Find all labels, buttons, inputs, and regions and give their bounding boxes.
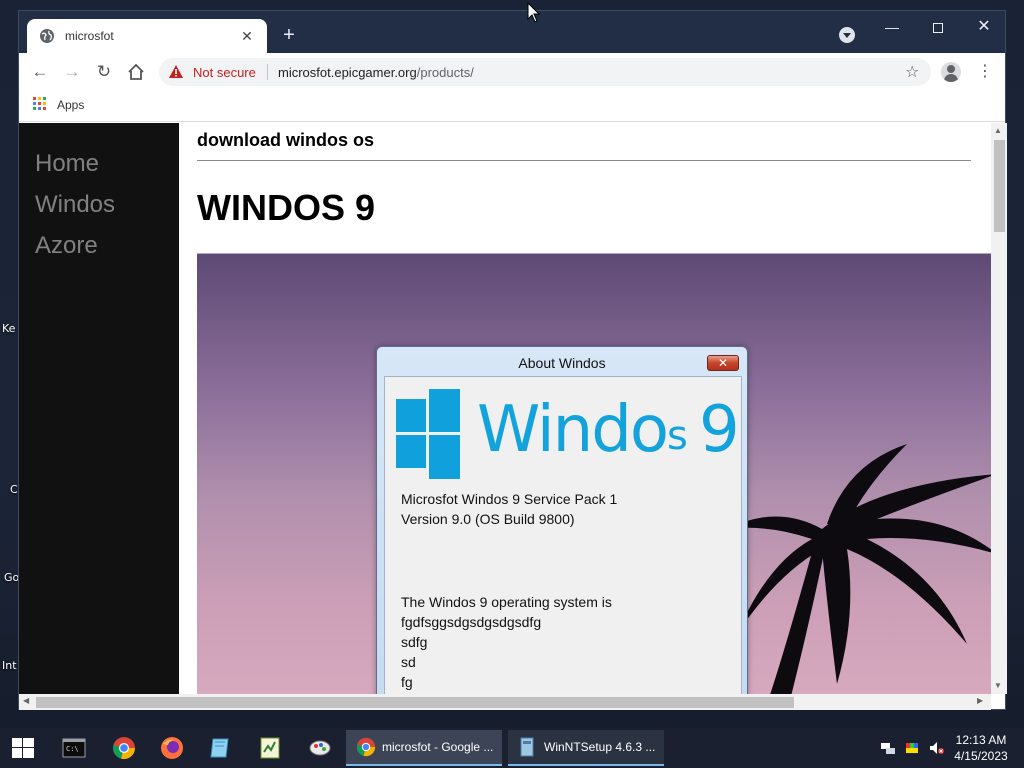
color-display-icon[interactable]: [904, 740, 920, 756]
palm-tree-silhouette: [727, 444, 991, 694]
minimize-button[interactable]: —: [869, 15, 915, 39]
home-icon[interactable]: [126, 62, 146, 82]
chrome-icon: [356, 737, 376, 757]
nav-link-windos[interactable]: Windos: [35, 191, 115, 219]
desktop-icon-label[interactable]: Int: [2, 659, 17, 672]
warning-icon[interactable]: [169, 65, 183, 78]
scroll-up-icon[interactable]: ▲: [994, 126, 1002, 135]
address-bar[interactable]: Not secure microsfot.epicgamer.org/produ…: [159, 58, 931, 86]
hero-image: About Windos ✕ Windo s 9 Microsfot Windo…: [197, 253, 991, 694]
network-icon[interactable]: [880, 740, 896, 756]
clock-time: 12:13 AM: [955, 733, 1007, 747]
version-info: Version 9.0 (OS Build 9800): [401, 511, 575, 527]
browser-tab[interactable]: microsfot ✕: [27, 19, 267, 53]
svg-text:C:\: C:\: [66, 745, 79, 753]
omnibox-divider: [267, 64, 268, 80]
url-path: /products/: [416, 65, 474, 80]
desktop-icon-label[interactable]: C: [10, 483, 18, 496]
dialog-close-button[interactable]: ✕: [707, 355, 739, 371]
bookmark-star-icon[interactable]: ☆: [905, 62, 919, 82]
main-content: download windos os WINDOS 9 About Windos…: [197, 123, 991, 694]
horizontal-scrollbar[interactable]: ◀ ▶: [19, 694, 991, 710]
start-windows-icon[interactable]: [12, 738, 34, 758]
system-clock[interactable]: 12:13 AM 4/15/2023: [948, 732, 1014, 764]
desktop-icon-label[interactable]: Go: [4, 571, 19, 584]
more-menu-icon[interactable]: ⋮: [977, 62, 993, 82]
description-line: fg: [401, 674, 413, 690]
desktop-icon-label[interactable]: Ke: [2, 322, 15, 335]
page-subtitle: download windos os: [197, 130, 374, 150]
url-domain: microsfot.epicgamer.org: [278, 65, 417, 80]
new-tab-button[interactable]: +: [277, 23, 301, 47]
logo-wordmark: Windo: [477, 393, 669, 467]
tab-strip: microsfot ✕ + — ✕: [19, 11, 1005, 53]
logo-version-number: 9: [699, 393, 740, 467]
dialog-body: Windo s 9 Microsfot Windos 9 Service Pac…: [384, 376, 742, 694]
divider: [197, 160, 971, 161]
close-tab-icon[interactable]: ✕: [239, 28, 255, 45]
taskbar-item-label: WinNTSetup 4.6.3 ...: [544, 740, 656, 754]
scroll-left-icon[interactable]: ◀: [23, 696, 29, 705]
chrome-icon[interactable]: [112, 736, 136, 760]
page-viewport: Home Windos Azore download windos os WIN…: [19, 123, 1007, 694]
windows-logo-icon: [396, 389, 460, 479]
taskbar-item-winntsetup[interactable]: WinNTSetup 4.6.3 ...: [508, 730, 664, 766]
taskbar-item-chrome[interactable]: microsfot - Google ...: [346, 730, 502, 766]
url-text[interactable]: microsfot.epicgamer.org/products/: [278, 65, 474, 80]
nav-link-azore[interactable]: Azore: [35, 232, 98, 260]
reload-button[interactable]: ↻: [94, 62, 114, 82]
command-prompt-icon[interactable]: C:\: [62, 736, 86, 760]
side-navigation: Home Windos Azore: [19, 123, 179, 694]
about-dialog: About Windos ✕ Windo s 9 Microsfot Windo…: [376, 346, 748, 694]
paint-icon[interactable]: [308, 736, 332, 760]
globe-icon: [40, 29, 54, 43]
product-name: Microsfot Windos 9 Service Pack 1: [401, 491, 618, 507]
maximize-button[interactable]: [915, 15, 961, 39]
apps-bookmark[interactable]: Apps: [57, 98, 84, 112]
horizontal-scroll-thumb[interactable]: [36, 697, 794, 708]
browser-window: microsfot ✕ + — ✕ ← → ↻ Not secure micro…: [18, 10, 1007, 710]
nav-link-home[interactable]: Home: [35, 150, 99, 178]
taskbar-item-label: microsfot - Google ...: [382, 740, 494, 754]
dialog-title: About Windos: [518, 355, 606, 371]
winntsetup-icon: [520, 737, 534, 757]
volume-muted-icon[interactable]: [928, 740, 944, 756]
security-status[interactable]: Not secure: [193, 65, 256, 80]
back-button[interactable]: ←: [30, 62, 50, 82]
notepad-icon[interactable]: [258, 736, 282, 760]
file-manager-icon[interactable]: [208, 736, 232, 760]
profile-avatar-icon[interactable]: [941, 62, 961, 82]
scroll-right-icon[interactable]: ▶: [977, 696, 983, 705]
description-line: sdfg: [401, 634, 428, 650]
mouse-cursor-icon: [527, 2, 541, 23]
description-line: fgdfsggsdgsdgsdgsdfg: [401, 614, 542, 630]
tab-search-icon[interactable]: [839, 27, 855, 43]
browser-toolbar: ← → ↻ Not secure microsfot.epicgamer.org…: [19, 53, 1005, 91]
taskbar: C:\ microsfot - Google ... WinNTSetup 4.…: [0, 728, 1024, 768]
vertical-scrollbar[interactable]: ▲ ▼: [991, 123, 1007, 694]
logo-wordmark: s: [667, 413, 688, 459]
window-close-button[interactable]: ✕: [961, 15, 1007, 39]
page-title: WINDOS 9: [197, 187, 376, 228]
clock-date: 4/15/2023: [954, 749, 1008, 763]
maximize-icon: [933, 23, 943, 34]
forward-button[interactable]: →: [62, 62, 82, 82]
firefox-icon[interactable]: [160, 736, 184, 760]
vertical-scroll-thumb[interactable]: [994, 140, 1005, 232]
description-line: The Windos 9 operating system is: [401, 594, 612, 610]
description-line: sd: [401, 654, 416, 670]
tab-title: microsfot: [65, 29, 114, 43]
bookmarks-bar: [19, 91, 1005, 122]
scroll-down-icon[interactable]: ▼: [994, 681, 1002, 690]
